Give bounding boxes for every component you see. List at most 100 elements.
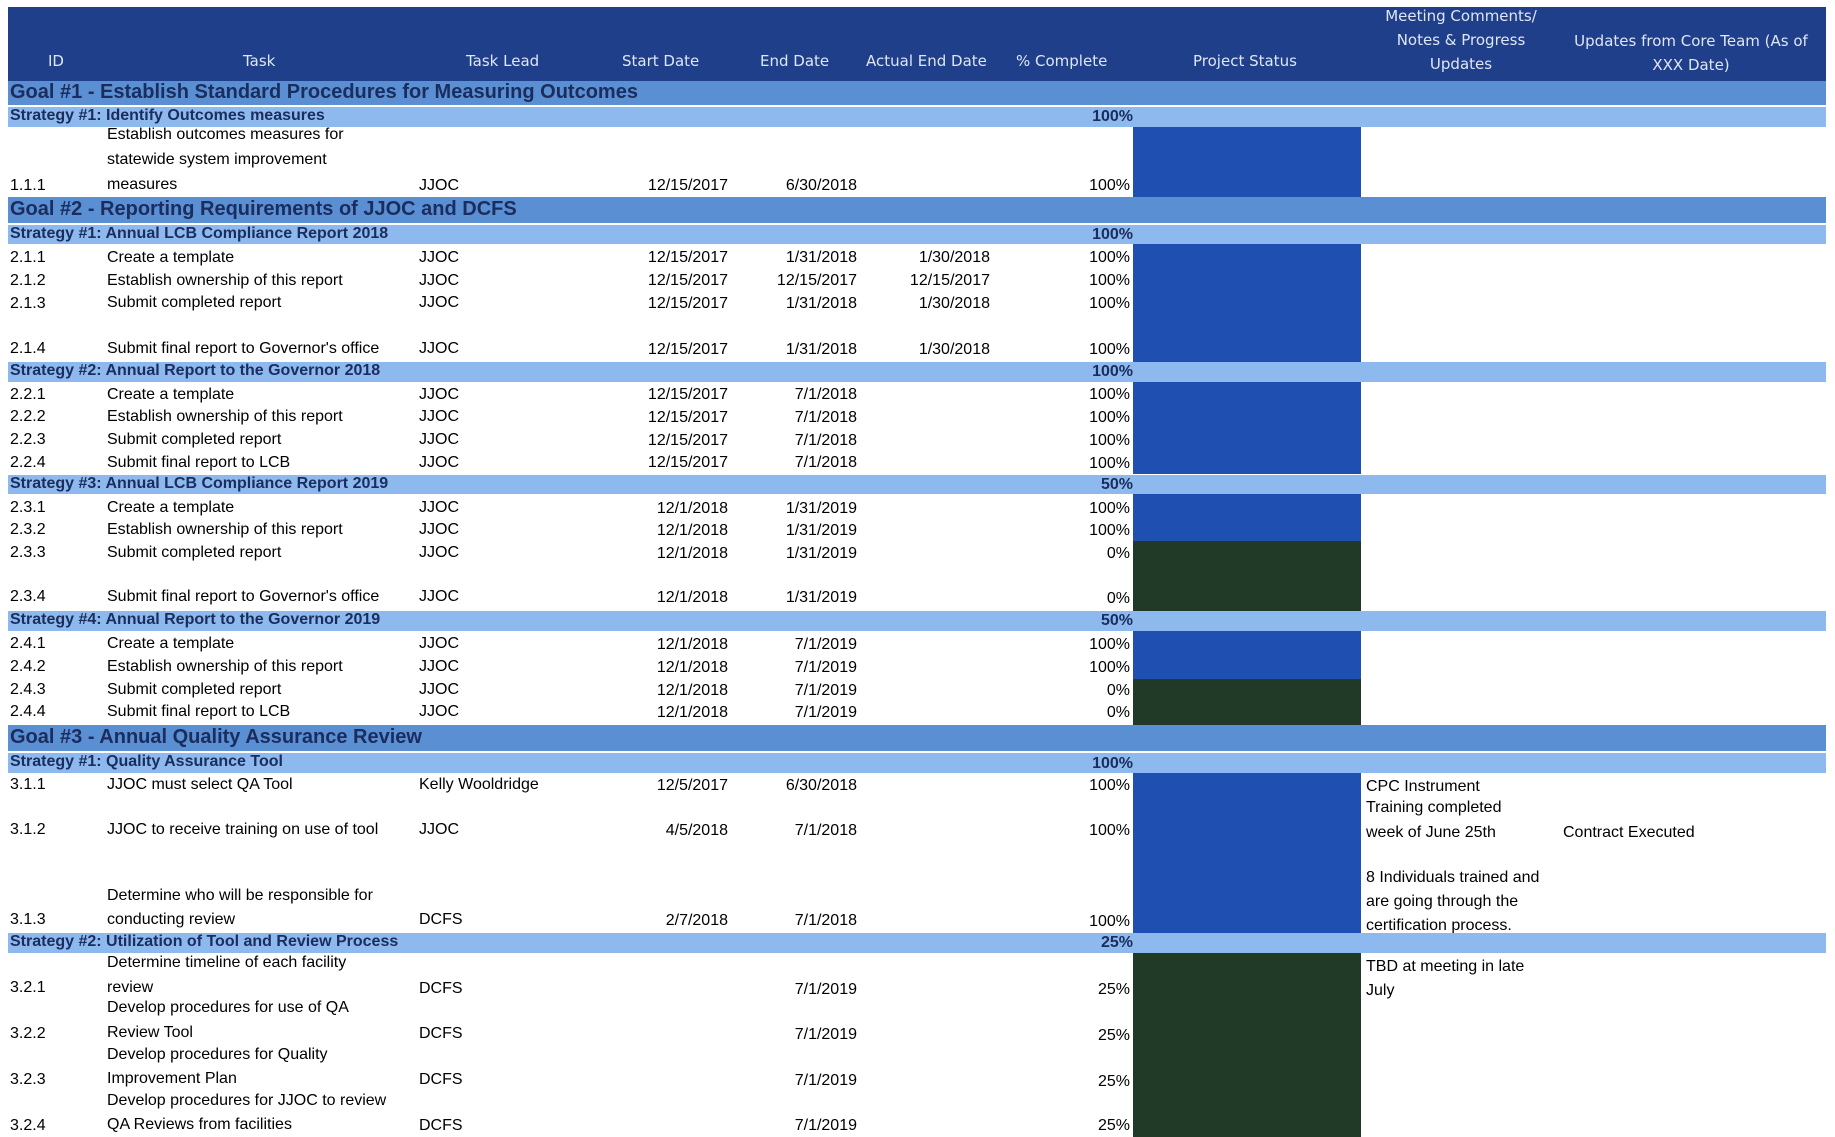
task-name: Establish ownership of this report [107, 521, 343, 538]
pct-complete: 100% [1089, 249, 1130, 266]
task-name: Establish ownership of this report [107, 658, 343, 675]
col-header-project-status: Project Status [1193, 52, 1297, 70]
task-name: Improvement Plan [107, 1070, 237, 1087]
col-header-end-date: End Date [760, 52, 830, 70]
task-id: 3.2.4 [10, 1117, 46, 1134]
start-date: 12/15/2017 [647, 295, 728, 312]
pct-complete: 100% [1089, 341, 1130, 358]
start-date: 12/1/2018 [656, 704, 728, 721]
task-id: 2.3.2 [10, 521, 46, 538]
task-name: Create a template [107, 499, 235, 516]
col-header-start-date: Start Date [622, 52, 700, 70]
pct-complete: 25% [1097, 1073, 1130, 1090]
strategy-title: Strategy #4: Annual Report to the Govern… [10, 611, 381, 628]
task-name: measures [107, 176, 178, 193]
pct-complete: 25% [1097, 981, 1130, 998]
status-cell [1133, 953, 1361, 1137]
task-lead: DCFS [419, 980, 463, 997]
task-lead: JJOC [419, 386, 459, 403]
task-name: JJOC must select QA Tool [107, 776, 293, 793]
strategy-row: Strategy #1: Quality Assurance Tool 100% [8, 753, 1826, 773]
end-date: 7/1/2019 [794, 1072, 857, 1089]
end-date: 1/31/2019 [785, 589, 857, 606]
task-name: Submit completed report [107, 431, 282, 448]
status-cell [1133, 494, 1361, 541]
task-lead: JJOC [419, 408, 459, 425]
pct-complete: 100% [1089, 272, 1130, 289]
col-header-pct-complete: % Complete [1016, 52, 1108, 70]
task-lead: JJOC [419, 635, 459, 652]
end-date: 7/1/2018 [794, 386, 857, 403]
strategy-row: Strategy #2: Annual Report to the Govern… [8, 362, 1826, 382]
task-id: 2.2.4 [10, 454, 46, 471]
pct-complete: 100% [1089, 500, 1130, 517]
goal-row: Goal #3 - Annual Quality Assurance Revie… [8, 725, 1826, 751]
task-id: 2.2.2 [10, 408, 46, 425]
status-cell [1133, 382, 1361, 474]
end-date: 7/1/2019 [794, 682, 857, 699]
task-id: 3.2.3 [10, 1071, 46, 1088]
task-id: 2.4.2 [10, 658, 46, 675]
task-name: Develop procedures for use of QA [107, 999, 349, 1016]
strategy-row: Strategy #2: Utilization of Tool and Rev… [8, 933, 1826, 953]
task-name: JJOC to receive training on use of tool [107, 821, 379, 838]
task-lead: JJOC [419, 588, 459, 605]
pct-complete: 0% [1106, 704, 1130, 721]
end-date: 7/1/2018 [794, 454, 857, 471]
task-id: 3.1.1 [10, 776, 46, 793]
actual-end-date: 12/15/2017 [909, 272, 990, 289]
start-date: 2/7/2018 [665, 912, 728, 929]
start-date: 12/5/2017 [656, 777, 728, 794]
end-date: 1/31/2018 [785, 341, 857, 358]
pct-complete: 25% [1097, 1027, 1130, 1044]
start-date: 12/1/2018 [656, 522, 728, 539]
pct-complete: 0% [1106, 590, 1130, 607]
start-date: 12/1/2018 [656, 682, 728, 699]
task-name: Submit final report to LCB [107, 454, 291, 471]
task-name: statewide system improvement [107, 151, 327, 168]
pct-complete: 100% [1089, 659, 1130, 676]
task-lead: JJOC [419, 454, 459, 471]
pct-complete: 0% [1106, 545, 1130, 562]
col-header-core-team-updates: Updates from Core Team (As of XXX Date) [1574, 32, 1808, 74]
task-name: conducting review [107, 911, 236, 928]
strategy-row: Strategy #4: Annual Report to the Govern… [8, 611, 1826, 631]
pct-complete: 100% [1089, 386, 1130, 403]
task-name: Submit completed report [107, 544, 282, 561]
end-date: 7/1/2019 [794, 981, 857, 998]
strategy-title: Strategy #2: Utilization of Tool and Rev… [10, 933, 399, 950]
task-name: Create a template [107, 386, 235, 403]
strategy-pct: 50% [1100, 612, 1133, 629]
start-date: 4/5/2018 [665, 822, 728, 839]
status-cell [1133, 541, 1361, 611]
goal-title: Goal #3 - Annual Quality Assurance Revie… [10, 726, 422, 748]
task-lead: JJOC [419, 177, 459, 194]
goal-title: Goal #2 - Reporting Requirements of JJOC… [10, 198, 517, 220]
end-date: 7/1/2019 [794, 1026, 857, 1043]
end-date: 1/31/2019 [785, 545, 857, 562]
end-date: 7/1/2019 [794, 704, 857, 721]
task-lead: JJOC [419, 294, 459, 311]
status-cell [1133, 631, 1361, 679]
task-name: Establish outcomes measures for [107, 126, 344, 143]
task-lead: DCFS [419, 1025, 463, 1042]
task-id: 2.1.1 [10, 249, 46, 266]
end-date: 6/30/2018 [785, 777, 857, 794]
pct-complete: 100% [1089, 177, 1130, 194]
task-lead: JJOC [419, 703, 459, 720]
start-date: 12/1/2018 [656, 589, 728, 606]
status-cell [1133, 244, 1361, 363]
col-header-meeting-comments: Meeting Comments/Notes & Progress Updates [1385, 7, 1537, 73]
task-lead: JJOC [419, 249, 459, 266]
strategy-title: Strategy #3: Annual LCB Compliance Repor… [10, 475, 389, 492]
core-team-update: Contract Executed [1563, 824, 1695, 841]
end-date: 6/30/2018 [785, 177, 857, 194]
strategy-title: Strategy #1: Annual LCB Compliance Repor… [10, 225, 389, 242]
end-date: 1/31/2019 [785, 500, 857, 517]
start-date: 12/1/2018 [656, 500, 728, 517]
end-date: 1/31/2019 [785, 522, 857, 539]
end-date: 7/1/2018 [794, 409, 857, 426]
task-name: Submit completed report [107, 294, 282, 311]
task-name: Establish ownership of this report [107, 272, 343, 289]
task-name: Determine who will be responsible for [107, 887, 373, 904]
